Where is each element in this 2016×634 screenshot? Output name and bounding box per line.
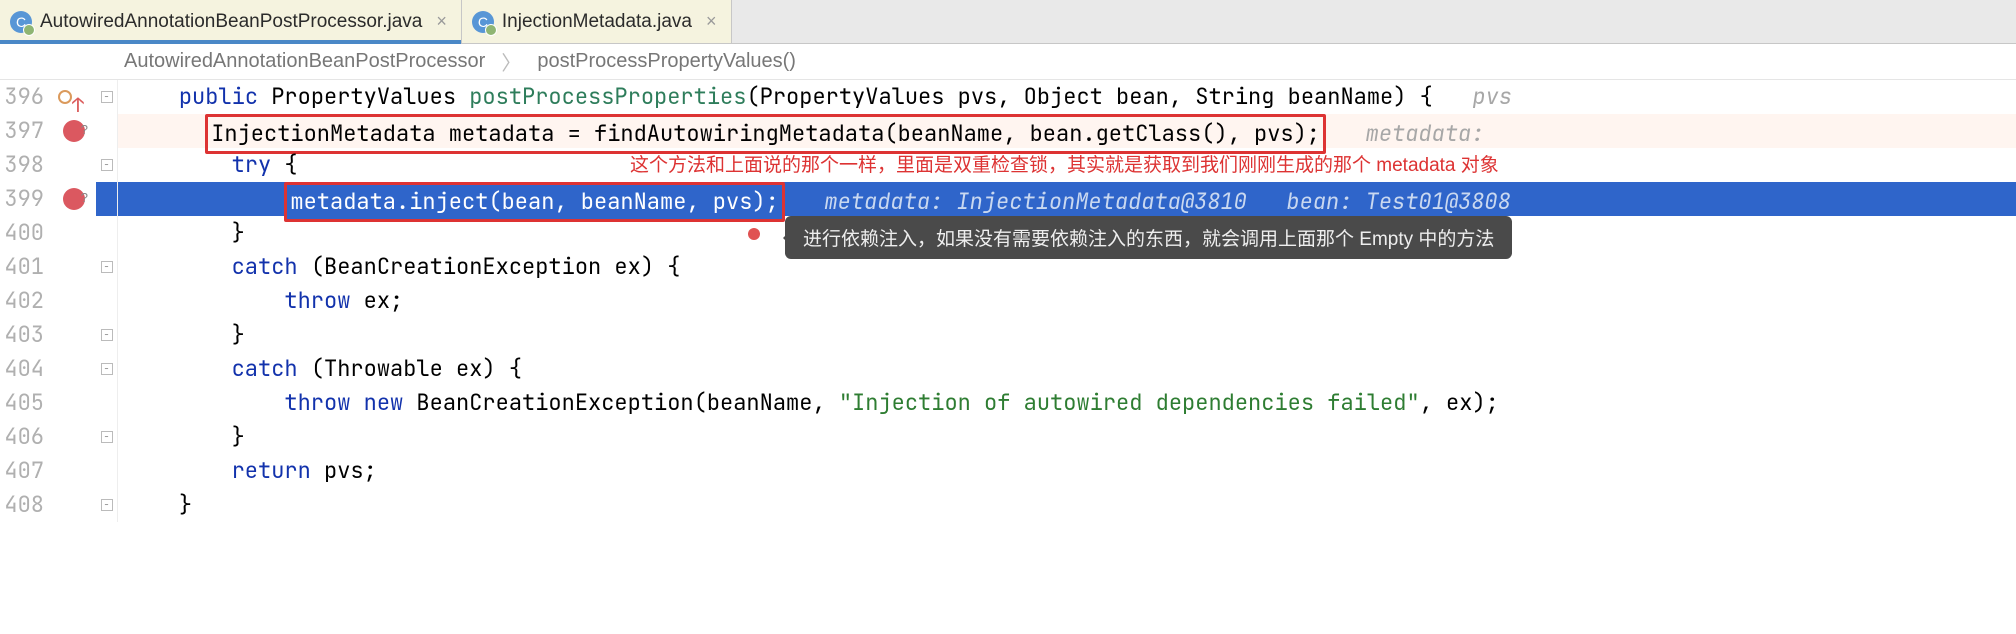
- line-number: 399: [0, 182, 52, 216]
- code-content[interactable]: }: [118, 318, 2016, 352]
- editor-tab-bar: C AutowiredAnnotationBeanPostProcessor.j…: [0, 0, 2016, 44]
- code-line: 408 − }: [0, 488, 2016, 522]
- code-line: 404 − catch (Throwable ex) {: [0, 352, 2016, 386]
- line-number: 402: [0, 284, 52, 318]
- breakpoint-icon[interactable]: [52, 114, 96, 148]
- line-number: 397: [0, 114, 52, 148]
- java-class-icon: C: [472, 11, 494, 33]
- tab-label: AutowiredAnnotationBeanPostProcessor.jav…: [40, 11, 422, 33]
- line-number: 396: [0, 80, 52, 114]
- code-content[interactable]: catch (BeanCreationException ex) {: [118, 250, 2016, 284]
- code-content[interactable]: catch (Throwable ex) {: [118, 352, 2016, 386]
- fold-handle[interactable]: −: [96, 318, 118, 352]
- tab-label: InjectionMetadata.java: [502, 11, 692, 33]
- tab-injection-metadata[interactable]: C InjectionMetadata.java ×: [462, 0, 732, 43]
- code-line: 397 InjectionMetadata metadata = findAut…: [0, 114, 2016, 148]
- code-line: 403 − }: [0, 318, 2016, 352]
- line-number: 408: [0, 488, 52, 522]
- breadcrumb-method[interactable]: postProcessPropertyValues(): [537, 50, 796, 73]
- line-number: 398: [0, 148, 52, 182]
- fold-gutter: [96, 216, 118, 250]
- code-content[interactable]: throw ex;: [118, 284, 2016, 318]
- code-line: 407 return pvs;: [0, 454, 2016, 488]
- code-line-current: 399 metadata.inject(bean, beanName, pvs)…: [0, 182, 2016, 216]
- close-icon[interactable]: ×: [706, 11, 717, 32]
- breakpoint-icon[interactable]: [52, 182, 96, 216]
- fold-handle[interactable]: −: [96, 420, 118, 454]
- fold-handle[interactable]: −: [96, 80, 118, 114]
- tab-autowired-processor[interactable]: C AutowiredAnnotationBeanPostProcessor.j…: [0, 0, 462, 43]
- fold-handle[interactable]: −: [96, 488, 118, 522]
- line-number: 404: [0, 352, 52, 386]
- code-line: 396 − public PropertyValues postProcessP…: [0, 80, 2016, 114]
- fold-gutter: [96, 454, 118, 488]
- code-content[interactable]: return pvs;: [118, 454, 2016, 488]
- marker-dot-icon: [748, 228, 760, 240]
- inline-hint: pvs: [1472, 82, 1512, 111]
- code-line: 402 throw ex;: [0, 284, 2016, 318]
- line-number: 401: [0, 250, 52, 284]
- code-content[interactable]: public PropertyValues postProcessPropert…: [118, 80, 2016, 114]
- annotation-text: 这个方法和上面说的那个一样，里面是双重检查锁，其实就是获取到我们刚刚生成的那个 …: [630, 150, 1499, 177]
- fold-handle[interactable]: −: [96, 250, 118, 284]
- code-content[interactable]: InjectionMetadata metadata = findAutowir…: [118, 114, 2016, 148]
- line-number: 405: [0, 386, 52, 420]
- breadcrumb-class[interactable]: AutowiredAnnotationBeanPostProcessor: [124, 50, 485, 73]
- fold-handle[interactable]: −: [96, 352, 118, 386]
- fold-gutter: [96, 182, 118, 216]
- gutter-icon-override[interactable]: [52, 80, 96, 114]
- fold-gutter: [96, 386, 118, 420]
- code-line: 406 − }: [0, 420, 2016, 454]
- line-number: 406: [0, 420, 52, 454]
- line-number: 407: [0, 454, 52, 488]
- inline-hint: metadata:: [1366, 119, 1485, 148]
- code-editor[interactable]: 396 − public PropertyValues postProcessP…: [0, 80, 2016, 522]
- inline-hint: metadata: InjectionMetadata@3810 bean: T…: [824, 187, 1510, 216]
- code-content[interactable]: metadata.inject(bean, beanName, pvs); me…: [118, 182, 2016, 216]
- code-content[interactable]: }: [118, 488, 2016, 522]
- code-content[interactable]: }: [118, 420, 2016, 454]
- close-icon[interactable]: ×: [436, 11, 447, 32]
- code-line: 401 − catch (BeanCreationException ex) {: [0, 250, 2016, 284]
- chevron-right-icon: 〉: [501, 47, 521, 76]
- code-content[interactable]: throw new BeanCreationException(beanName…: [118, 386, 2016, 420]
- fold-handle[interactable]: −: [96, 148, 118, 182]
- fold-gutter: [96, 114, 118, 148]
- fold-gutter: [96, 284, 118, 318]
- line-number: 400: [0, 216, 52, 250]
- breadcrumb: AutowiredAnnotationBeanPostProcessor 〉 p…: [0, 44, 2016, 80]
- line-number: 403: [0, 318, 52, 352]
- code-line: 405 throw new BeanCreationException(bean…: [0, 386, 2016, 420]
- java-class-icon: C: [10, 11, 32, 33]
